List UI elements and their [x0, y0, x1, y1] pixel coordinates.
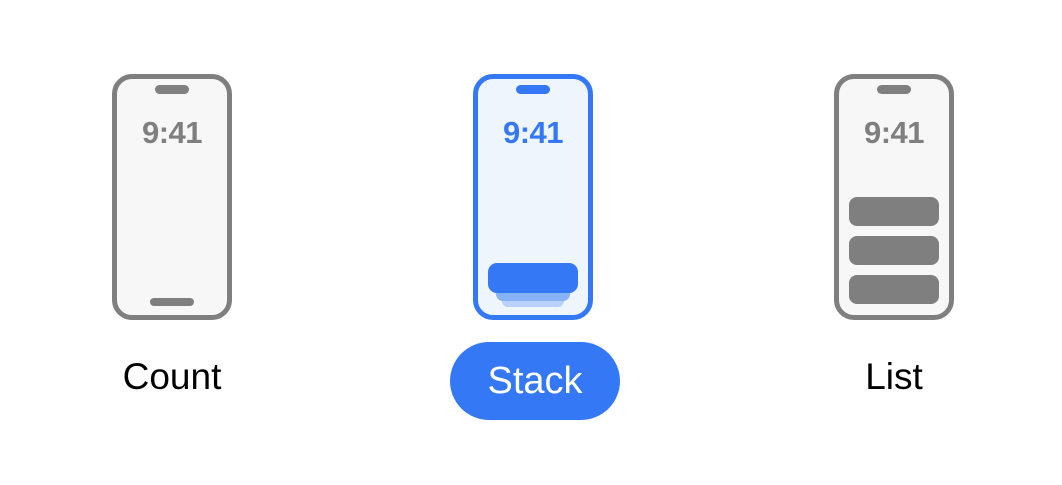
layout-option-label: Count [122, 356, 222, 397]
layout-option-list[interactable]: 9:41 List [764, 0, 1024, 485]
stacked-notification-front [488, 263, 578, 293]
phone-list-layout-icon: 9:41 [834, 74, 954, 320]
phone-stack-layout-icon: 9:41 [473, 74, 593, 320]
layout-option-label: List [865, 356, 923, 397]
list-notification [849, 197, 939, 226]
phone-count-layout-icon: 9:41 [112, 74, 232, 320]
notification-layout-picker: 9:41 Count 9:41 Stack 9:41 List [0, 0, 1062, 485]
dynamic-island [516, 85, 550, 94]
list-notification [849, 236, 939, 265]
dynamic-island [877, 85, 911, 94]
lock-screen-time: 9:41 [863, 115, 925, 150]
lock-screen-time: 9:41 [502, 115, 564, 150]
dynamic-island [155, 85, 189, 94]
selected-layout-pill: Stack [450, 342, 620, 420]
layout-option-count[interactable]: 9:41 Count [42, 0, 302, 485]
layout-option-stack[interactable]: 9:41 Stack [403, 0, 663, 485]
list-notification [849, 275, 939, 304]
count-indicator-bar [150, 298, 194, 306]
lock-screen-time: 9:41 [141, 115, 203, 150]
